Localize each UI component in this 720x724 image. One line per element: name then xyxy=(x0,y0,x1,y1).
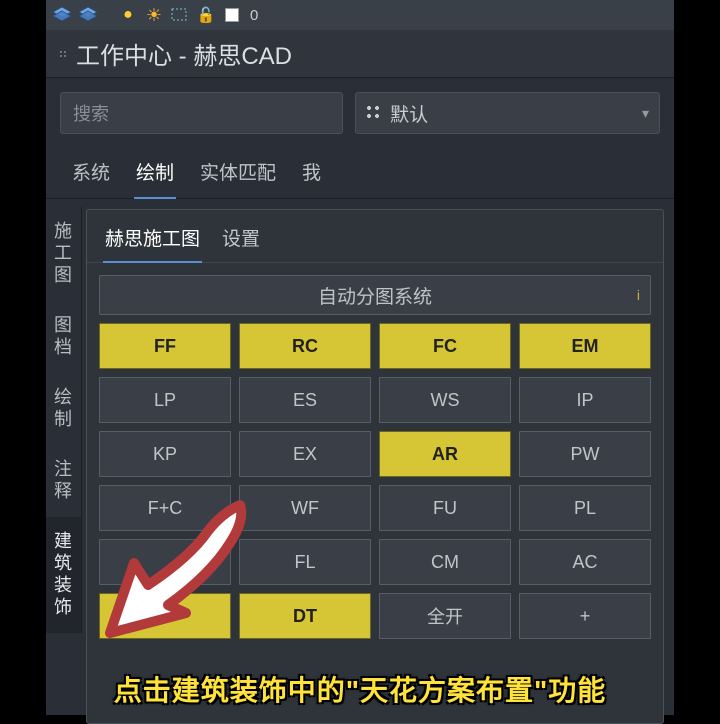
cmd-+[interactable]: + xyxy=(519,593,651,639)
cmd-LP[interactable]: LP xyxy=(99,377,231,423)
side-tab-construction[interactable]: 施工图 xyxy=(46,207,82,301)
search-input[interactable]: 搜索 xyxy=(60,92,343,134)
cmd-EM[interactable]: EM xyxy=(519,323,651,369)
cmd-WS[interactable]: WS xyxy=(379,377,511,423)
cmd-CM[interactable]: CM xyxy=(379,539,511,585)
side-tabs: 施工图 图档 绘制 注释 建筑装饰 xyxy=(46,199,82,724)
freeze-icon[interactable] xyxy=(170,5,190,25)
cmd-r4c0[interactable] xyxy=(99,539,231,585)
lightbulb-icon[interactable]: ● xyxy=(118,5,138,25)
cmd-ES[interactable]: ES xyxy=(239,377,371,423)
auto-split-label: 自动分图系统 xyxy=(318,282,432,309)
tab-draw[interactable]: 绘制 xyxy=(134,150,176,199)
search-placeholder: 搜索 xyxy=(73,100,109,126)
cmd-WF[interactable]: WF xyxy=(239,485,371,531)
tab-system[interactable]: 系统 xyxy=(70,150,112,198)
cmd-PL[interactable]: PL xyxy=(519,485,651,531)
side-tab-decoration[interactable]: 建筑装饰 xyxy=(46,517,82,633)
main-tabs: 系统 绘制 实体匹配 我 xyxy=(46,144,674,199)
cmd-AR[interactable]: AR xyxy=(379,431,511,477)
grip-icon[interactable] xyxy=(60,51,66,57)
command-grid: FFRCFCEM LPESWSIP KPEXARPW F+CWFFUPL FLCMAC L… xyxy=(87,323,663,651)
panel-tab-settings[interactable]: 设置 xyxy=(220,220,262,262)
cmd-FL[interactable]: FL xyxy=(239,539,371,585)
cmd-DT[interactable]: DT xyxy=(239,593,371,639)
cmd-全开[interactable]: 全开 xyxy=(379,593,511,639)
cmd-FF[interactable]: FF xyxy=(99,323,231,369)
chevron-down-icon: ▾ xyxy=(642,105,649,122)
sun-icon[interactable]: ☀ xyxy=(144,5,164,25)
side-tab-draw[interactable]: 绘制 xyxy=(46,373,82,445)
cmd-F+C[interactable]: F+C xyxy=(99,485,231,531)
dropdown-label: 默认 xyxy=(390,100,428,127)
cmd-EX[interactable]: EX xyxy=(239,431,371,477)
cmd-FU[interactable]: FU xyxy=(379,485,511,531)
layers-icon-2[interactable] xyxy=(78,5,98,25)
tutorial-caption: 点击建筑装饰中的"天花方案布置"功能 xyxy=(46,669,674,709)
top-toolbar: ● ☀ 🔓 0 xyxy=(46,0,674,30)
cmd-IP[interactable]: IP xyxy=(519,377,651,423)
grid-icon xyxy=(366,105,382,121)
layers-icon-1[interactable] xyxy=(52,5,72,25)
color-square-icon[interactable] xyxy=(222,5,242,25)
info-icon[interactable]: i xyxy=(637,287,640,303)
layer-number: 0 xyxy=(250,7,258,24)
cmd-RC[interactable]: RC xyxy=(239,323,371,369)
view-dropdown[interactable]: 默认 ▾ xyxy=(355,92,660,134)
panel: 赫思施工图 设置 自动分图系统 i FFRCFCEM LPESWSIP KPEXAR… xyxy=(86,209,664,724)
tab-me[interactable]: 我 xyxy=(300,150,323,198)
cmd-KP[interactable]: KP xyxy=(99,431,231,477)
panel-tab-construction[interactable]: 赫思施工图 xyxy=(103,220,202,263)
cmd-PW[interactable]: PW xyxy=(519,431,651,477)
cmd-FC[interactable]: FC xyxy=(379,323,511,369)
tab-entity-match[interactable]: 实体匹配 xyxy=(198,150,278,198)
lock-icon[interactable]: 🔓 xyxy=(196,5,216,25)
side-tab-drawings[interactable]: 图档 xyxy=(46,301,82,373)
window-title: 工作中心 - 赫思CAD xyxy=(76,36,292,71)
cmd-AC[interactable]: AC xyxy=(519,539,651,585)
titlebar: 工作中心 - 赫思CAD xyxy=(46,30,674,78)
cmd-L[interactable]: L xyxy=(99,593,231,639)
side-tab-annotate[interactable]: 注释 xyxy=(46,445,82,517)
auto-split-button[interactable]: 自动分图系统 i xyxy=(99,275,651,315)
